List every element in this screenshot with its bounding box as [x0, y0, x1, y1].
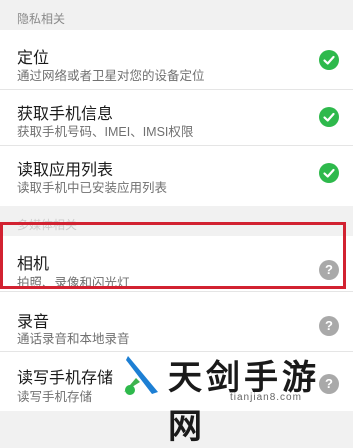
permission-description: 获取手机号码、IMEI、IMSI权限 — [17, 125, 194, 139]
permission-description: 读写手机存储 — [17, 390, 93, 404]
permission-description: 通过网络或者卫星对您的设备定位 — [17, 69, 205, 83]
permission-row-phone-info[interactable]: 获取手机信息 获取手机号码、IMEI、IMSI权限 — [0, 90, 353, 146]
watermark-url: tianjian8.com — [230, 392, 302, 403]
question-glyph: ? — [325, 318, 333, 333]
permission-description: 读取手机中已安装应用列表 — [17, 181, 168, 195]
privacy-section-title: 隐私相关 — [17, 12, 66, 26]
check-icon[interactable] — [319, 163, 339, 183]
permission-row-app-list[interactable]: 读取应用列表 读取手机中已安装应用列表 — [0, 146, 353, 206]
permission-row-location[interactable]: 定位 通过网络或者卫星对您的设备定位 — [0, 30, 353, 90]
check-icon[interactable] — [319, 107, 339, 127]
question-icon[interactable]: ? — [319, 316, 339, 336]
privacy-section-header: 隐私相关 — [0, 0, 353, 30]
watermark: 天剑手游网 tianjian8.com — [110, 340, 353, 447]
permission-title: 读写手机存储 — [17, 370, 114, 387]
highlight-box — [0, 222, 346, 289]
sword-logo-icon — [124, 356, 158, 395]
check-icon[interactable] — [319, 50, 339, 70]
